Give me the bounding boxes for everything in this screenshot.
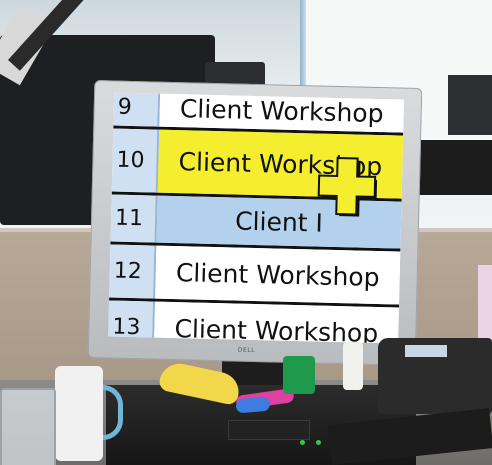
monitor: 9 Client Workshop 10 Client Workshop 11 … bbox=[87, 80, 423, 366]
monitor-brand-logo: DELL bbox=[237, 346, 256, 355]
green-cup bbox=[283, 356, 315, 394]
row-number: 9 bbox=[113, 92, 161, 127]
white-bottle bbox=[343, 342, 363, 390]
office-scene: 9 Client Workshop 10 Client Workshop 11 … bbox=[0, 0, 492, 465]
pc-drive-bay bbox=[228, 420, 310, 440]
table-row[interactable]: 13 Client Workshop bbox=[108, 300, 399, 344]
pc-status-led bbox=[316, 440, 321, 445]
row-number: 13 bbox=[108, 300, 156, 344]
table-row[interactable]: 12 Client Workshop bbox=[109, 244, 401, 308]
row-number: 12 bbox=[109, 244, 157, 299]
row-cell[interactable]: Client Workshop bbox=[153, 301, 399, 344]
plus-cross-cursor-icon bbox=[317, 156, 378, 217]
row-cell[interactable]: Client Workshop bbox=[155, 245, 401, 305]
desk-phone-screen bbox=[405, 345, 447, 357]
coffee-mug bbox=[55, 366, 103, 461]
monitor-screen: 9 Client Workshop 10 Client Workshop 11 … bbox=[108, 92, 405, 344]
background-shelf bbox=[448, 75, 492, 135]
row-number: 11 bbox=[110, 194, 158, 243]
background-shelf-lower bbox=[410, 140, 492, 195]
row-number: 10 bbox=[111, 128, 160, 193]
row-cell[interactable]: Client Workshop bbox=[159, 92, 405, 133]
pc-status-led bbox=[300, 440, 305, 445]
glass-mug bbox=[0, 388, 56, 465]
